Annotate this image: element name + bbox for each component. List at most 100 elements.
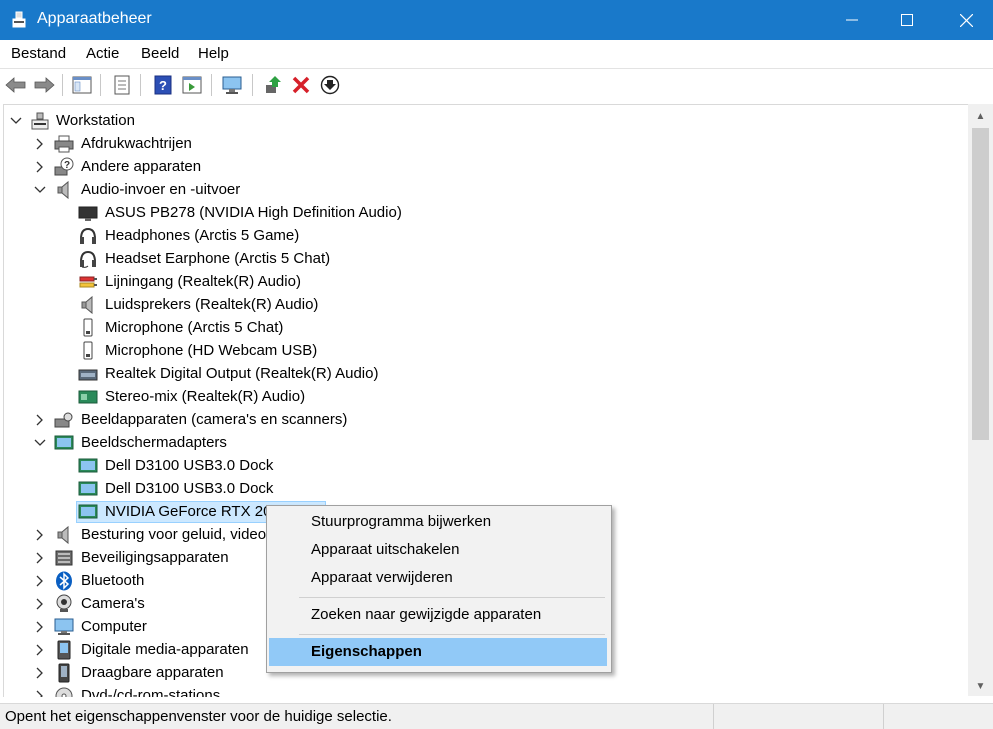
vertical-scrollbar[interactable]: ▲ ▼	[968, 104, 993, 696]
red-x-icon	[292, 76, 310, 94]
tree-item-label[interactable]: Andere apparaten	[81, 158, 201, 175]
disc-drive-icon	[54, 686, 74, 697]
back-button[interactable]	[4, 73, 28, 97]
menu-help[interactable]: Help	[198, 45, 229, 62]
chevron-right-icon	[36, 598, 43, 610]
collapse-toggle[interactable]	[9, 114, 23, 128]
display-adapter-icon	[54, 433, 74, 453]
tree-item-label[interactable]: Stereo-mix (Realtek(R) Audio)	[105, 388, 305, 405]
tree-item-label[interactable]: Luidsprekers (Realtek(R) Audio)	[105, 296, 318, 313]
tree-item-label[interactable]: Digitale media-apparaten	[81, 641, 249, 658]
tree-item-label-selected[interactable]: NVIDIA GeForce RTX 207	[105, 503, 280, 520]
menu-item-label: Stuurprogramma bijwerken	[311, 513, 492, 530]
tree-item-label[interactable]: Audio-invoer en -uitvoer	[81, 181, 240, 198]
speaker-icon	[54, 525, 74, 545]
tree-item-label[interactable]: ASUS PB278 (NVIDIA High Definition Audio…	[105, 204, 402, 221]
expand-toggle[interactable]	[33, 620, 47, 634]
menu-bar: Bestand Actie Beeld Help	[0, 40, 993, 68]
tree-item-label[interactable]: Microphone (HD Webcam USB)	[105, 342, 317, 359]
chevron-right-icon	[36, 138, 43, 150]
collapse-toggle[interactable]	[33, 183, 47, 197]
tree-item-label[interactable]: Computer	[81, 618, 147, 635]
tree-root-label[interactable]: Workstation	[56, 112, 135, 129]
unknown-device-icon: ?	[54, 157, 74, 177]
tree-item-label[interactable]: Afdrukwachtrijen	[81, 135, 192, 152]
tree-item-label[interactable]: Microphone (Arctis 5 Chat)	[105, 319, 283, 336]
expand-toggle[interactable]	[33, 137, 47, 151]
tree-item-label[interactable]: Headset Earphone (Arctis 5 Chat)	[105, 250, 330, 267]
update-driver-button[interactable]	[261, 73, 285, 97]
status-bar: Opent het eigenschappenvenster voor de h…	[0, 703, 993, 729]
expand-toggle[interactable]	[33, 574, 47, 588]
help-icon: ?	[154, 75, 172, 95]
expand-toggle[interactable]	[33, 597, 47, 611]
disable-device-button[interactable]	[318, 73, 342, 97]
scroll-up-button[interactable]: ▲	[968, 106, 993, 126]
menu-actie[interactable]: Actie	[86, 45, 119, 62]
scrollbar-thumb[interactable]	[972, 128, 989, 440]
uninstall-device-button[interactable]	[289, 73, 313, 97]
tree-item-label[interactable]: Besturing voor geluid, video	[81, 526, 266, 543]
menu-properties[interactable]: Eigenschappen	[269, 638, 607, 666]
chevron-up-icon: ▲	[975, 110, 986, 122]
microphone-icon	[78, 341, 98, 361]
expand-toggle[interactable]	[33, 666, 47, 680]
tree-item-label[interactable]: Draagbare apparaten	[81, 664, 224, 681]
help-toolbar-button[interactable]: ?	[151, 73, 175, 97]
context-menu: Stuurprogramma bijwerken Apparaat uitsch…	[266, 505, 612, 673]
expand-toggle[interactable]	[33, 413, 47, 427]
device-manager-icon	[11, 11, 27, 29]
expand-toggle[interactable]	[33, 160, 47, 174]
printer-icon	[54, 134, 74, 154]
tree-item-label[interactable]: Headphones (Arctis 5 Game)	[105, 227, 299, 244]
menu-item-label: Eigenschappen	[311, 643, 422, 660]
stereo-mix-icon	[78, 387, 98, 407]
tree-item-label[interactable]: Bluetooth	[81, 572, 144, 589]
tree-item-label[interactable]: Dell D3100 USB3.0 Dock	[105, 457, 273, 474]
expand-toggle[interactable]	[33, 689, 47, 697]
tree-item-label[interactable]: Realtek Digital Output (Realtek(R) Audio…	[105, 365, 378, 382]
maximize-icon	[901, 14, 913, 26]
tree-item-label[interactable]: Lijningang (Realtek(R) Audio)	[105, 273, 301, 290]
menu-beeld[interactable]: Beeld	[141, 45, 179, 62]
display-adapter-icon	[78, 456, 98, 476]
chevron-right-icon	[36, 690, 43, 697]
tree-item-label[interactable]: Beeldapparaten (camera's en scanners)	[81, 411, 347, 428]
scan-hardware-button[interactable]	[220, 73, 244, 97]
tree-item-label[interactable]: Camera's	[81, 595, 145, 612]
properties-toolbar-button[interactable]	[110, 73, 134, 97]
forward-button[interactable]	[32, 73, 56, 97]
webcam-icon	[54, 594, 74, 614]
chevron-right-icon	[36, 644, 43, 656]
toolbar-separator	[211, 74, 212, 96]
chevron-right-icon	[36, 552, 43, 564]
show-hide-console-button[interactable]	[70, 73, 94, 97]
menu-update-driver[interactable]: Stuurprogramma bijwerken	[269, 508, 607, 536]
close-button[interactable]	[940, 0, 992, 40]
update-driver-icon	[266, 76, 281, 93]
action-pane-icon	[182, 76, 202, 94]
expand-toggle[interactable]	[33, 643, 47, 657]
action-pane-button[interactable]	[180, 73, 204, 97]
close-icon	[959, 13, 973, 27]
microphone-icon	[78, 318, 98, 338]
tree-item-label[interactable]: Dell D3100 USB3.0 Dock	[105, 480, 273, 497]
menu-disable-device[interactable]: Apparaat uitschakelen	[269, 536, 607, 564]
status-separator	[713, 704, 714, 729]
menu-bestand[interactable]: Bestand	[11, 45, 66, 62]
toolbar: ?	[0, 68, 993, 101]
tree-item-label[interactable]: Beeldschermadapters	[81, 434, 227, 451]
menu-uninstall-device[interactable]: Apparaat verwijderen	[269, 564, 607, 592]
tree-item-label[interactable]: Beveiligingsapparaten	[81, 549, 229, 566]
expand-toggle[interactable]	[33, 551, 47, 565]
line-in-icon	[78, 272, 98, 292]
collapse-toggle[interactable]	[33, 436, 47, 450]
minimize-button[interactable]	[826, 0, 878, 40]
menu-scan-hardware[interactable]: Zoeken naar gewijzigde apparaten	[269, 601, 607, 629]
maximize-button[interactable]	[881, 0, 933, 40]
scroll-down-button[interactable]: ▼	[968, 676, 993, 696]
expand-toggle[interactable]	[33, 528, 47, 542]
tree-item-label[interactable]: Dvd-/cd-rom-stations	[81, 687, 220, 697]
monitor-audio-icon	[78, 203, 98, 223]
properties-icon	[114, 75, 130, 95]
